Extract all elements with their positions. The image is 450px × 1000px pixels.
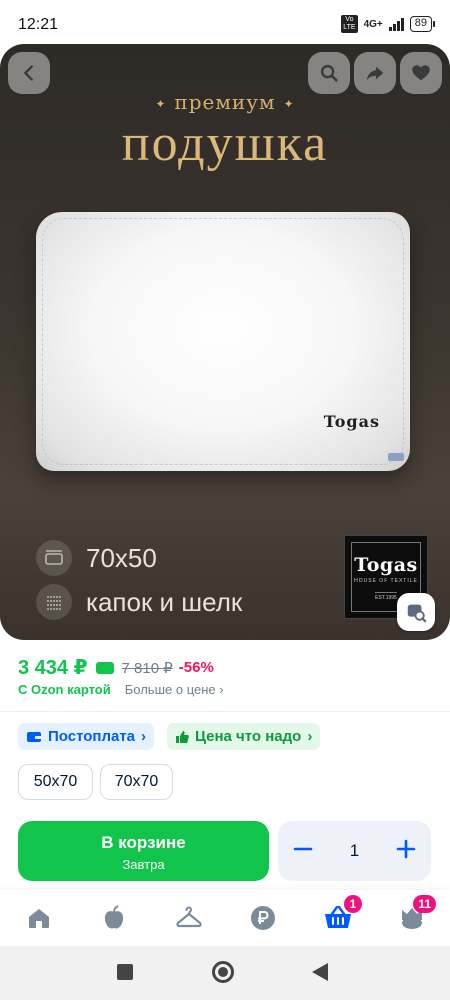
ruble-icon <box>251 906 275 930</box>
wallet-icon <box>27 731 41 742</box>
volte-icon: Vo LTE <box>341 15 358 33</box>
home-icon <box>29 909 49 928</box>
ozon-card-label: С Ozon картой <box>18 682 111 697</box>
nav-profile[interactable]: 11 <box>398 895 436 932</box>
thumbs-up-icon <box>176 730 189 743</box>
star-icon: ✦ <box>155 96 167 111</box>
pillow-brand-label: Togas <box>323 412 380 431</box>
hero-title: подушка <box>121 115 329 172</box>
signal-icon <box>388 17 404 31</box>
price-row: 3 434 ₽ 7 810 ₽ -56% <box>18 655 214 680</box>
postpay-badge[interactable]: Постоплата › <box>18 723 155 750</box>
favorite-button[interactable] <box>400 52 442 94</box>
apple-icon <box>104 905 124 929</box>
nav-finance[interactable] <box>249 904 277 932</box>
more-about-price-link[interactable]: Больше о цене › <box>125 682 224 697</box>
star-icon: ✦ <box>283 96 295 111</box>
premium-label: ✦ премиум ✦ <box>155 90 295 114</box>
old-price: 7 810 ₽ <box>121 659 173 677</box>
current-price: 3 434 ₽ <box>18 657 88 679</box>
plus-icon <box>396 839 416 858</box>
size-option-50x70[interactable]: 50х70 <box>18 764 93 800</box>
share-icon <box>366 66 384 81</box>
feature-fabric-text: капок и шелк <box>86 586 243 617</box>
product-gallery[interactable]: ✦ премиум ✦ подушка Togas 70х50 капок и ше… <box>0 44 450 640</box>
feature-size: 70х50 <box>36 540 157 576</box>
hanger-icon <box>176 906 202 928</box>
good-price-badge[interactable]: Цена что надо › <box>167 723 321 750</box>
battery-icon: 89 <box>409 16 436 32</box>
image-search-icon <box>407 604 427 623</box>
system-navigation-bar <box>0 946 450 1000</box>
pillow-tag <box>388 453 404 461</box>
brand-logo-name: Togas <box>354 553 418 576</box>
discount-badge: -56% <box>178 659 214 676</box>
search-button[interactable] <box>308 52 350 94</box>
bottom-navigation: 1 11 <box>0 890 450 946</box>
quantity-value: 1 <box>349 841 360 860</box>
in-cart-button[interactable]: В корзине Завтра <box>18 821 269 881</box>
in-cart-label: В корзине <box>101 833 186 852</box>
home-button[interactable] <box>212 961 234 983</box>
size-icon <box>36 540 72 576</box>
chevron-right-icon: › <box>219 682 224 697</box>
share-button[interactable] <box>354 52 396 94</box>
back-button[interactable] <box>8 52 50 94</box>
recent-apps-button[interactable] <box>117 964 133 980</box>
chevron-left-icon <box>24 65 33 81</box>
price-details-row: С Ozon картой Больше о цене › <box>18 682 224 697</box>
nav-cart[interactable]: 1 <box>324 895 362 932</box>
feature-fabric: капок и шелк <box>36 584 242 620</box>
search-icon <box>320 64 338 82</box>
size-option-70x70[interactable]: 70х70 <box>100 764 173 800</box>
cart-count-badge: 1 <box>344 895 362 913</box>
status-bar: 12:21 Vo LTE 4G+ 89 <box>0 0 450 44</box>
network-type: 4G+ <box>363 18 383 30</box>
profile-count-badge: 11 <box>413 895 436 913</box>
nav-catalog[interactable] <box>175 904 203 932</box>
feature-size-text: 70х50 <box>86 542 157 573</box>
heart-icon <box>412 65 430 81</box>
status-time: 12:21 <box>18 16 59 33</box>
fabric-icon <box>36 584 72 620</box>
nav-home[interactable] <box>25 904 53 932</box>
increase-button[interactable] <box>395 838 417 865</box>
brand-logo-est: EST.1995 <box>375 591 397 601</box>
divider <box>0 711 450 712</box>
delivery-date: Завтра <box>122 857 165 872</box>
brand-logo-sub: HOUSE OF TEXTILE <box>354 577 418 584</box>
quantity-stepper: 1 <box>278 821 431 881</box>
status-indicators: Vo LTE 4G+ 89 <box>341 15 436 33</box>
chevron-right-icon: › <box>141 728 147 745</box>
minus-icon <box>293 847 313 850</box>
ozon-card-icon <box>95 661 114 674</box>
image-search-button[interactable] <box>397 593 435 631</box>
pillow-image: Togas <box>28 204 418 479</box>
back-system-button[interactable] <box>312 963 328 981</box>
decrease-button[interactable] <box>292 838 314 865</box>
chevron-right-icon: › <box>307 728 313 745</box>
nav-fresh[interactable] <box>100 904 128 932</box>
